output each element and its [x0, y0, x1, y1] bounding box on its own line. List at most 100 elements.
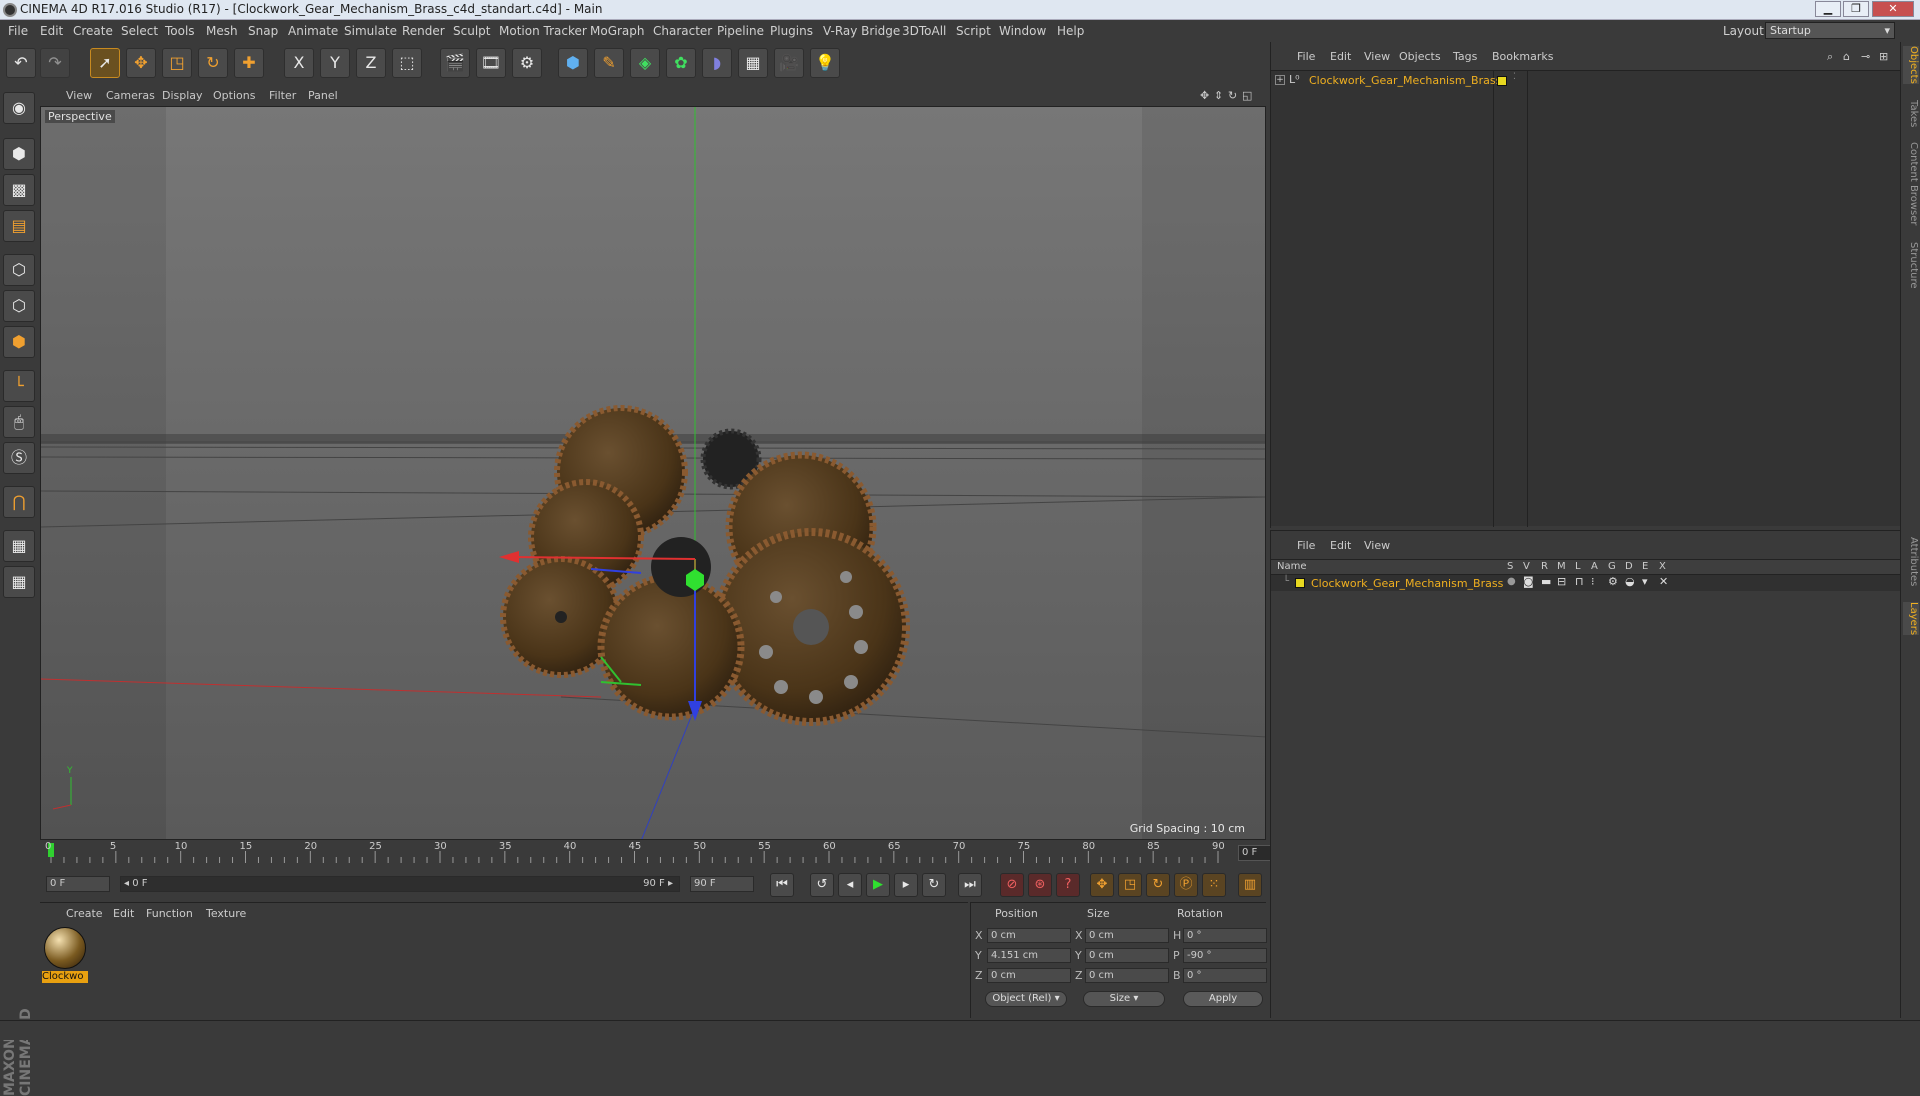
pen-spline-button[interactable]: ✎	[594, 48, 624, 78]
go-to-end-button[interactable]: ⏭	[958, 873, 982, 897]
menu-snap[interactable]: Snap	[248, 24, 278, 38]
viewport-zoom-icon[interactable]: ⇕	[1214, 89, 1223, 102]
rot-h-field[interactable]: 0 °	[1183, 928, 1267, 943]
locked-workplane-button[interactable]: ▦	[3, 530, 35, 562]
keyframe-selection-button[interactable]: ?	[1056, 873, 1080, 897]
menu-animate[interactable]: Animate	[288, 24, 338, 38]
animation-icon[interactable]: ⁝	[1591, 575, 1595, 588]
key-position-button[interactable]: ✥	[1090, 873, 1114, 897]
material-menu-texture[interactable]: Texture	[206, 907, 246, 920]
floor-button[interactable]: ▦	[738, 48, 768, 78]
deformer-button[interactable]: ◗	[702, 48, 732, 78]
solo-button[interactable]: Ⓢ	[3, 442, 35, 474]
axis-mode-button[interactable]: └	[3, 370, 35, 402]
viewport-rotate-icon[interactable]: ↻	[1228, 89, 1237, 102]
end-frame-field[interactable]: 90 F	[690, 876, 754, 892]
cube-button[interactable]: ⬢	[558, 48, 588, 78]
size-y-field[interactable]: 0 cm	[1085, 948, 1169, 963]
size-z-field[interactable]: 0 cm	[1085, 968, 1169, 983]
go-to-start-button[interactable]: ⏮	[770, 873, 794, 897]
lock-icon[interactable]: ⊓	[1575, 575, 1584, 588]
autokey-button[interactable]: ⊛	[1028, 873, 1052, 897]
render-settings-button[interactable]: ⚙	[512, 48, 542, 78]
size-x-field[interactable]: 0 cm	[1085, 928, 1169, 943]
perspective-viewport[interactable]: Y Perspective Grid Spacing : 10 cm	[40, 106, 1266, 840]
next-frame-button[interactable]: ▸	[894, 873, 918, 897]
record-button[interactable]: ⊘	[1000, 873, 1024, 897]
recent-tool-button[interactable]: ✚	[234, 48, 264, 78]
texture-mode-button[interactable]: ▩	[3, 174, 35, 206]
start-frame-field[interactable]: 0 F	[46, 876, 110, 892]
expression-icon[interactable]: ▾	[1642, 575, 1648, 588]
tab-layers[interactable]: Layers	[1903, 602, 1919, 636]
light-button[interactable]: 💡	[810, 48, 840, 78]
rot-p-field[interactable]: -90 °	[1183, 948, 1267, 963]
z-axis-button[interactable]: Z	[356, 48, 386, 78]
menu-plugins[interactable]: Plugins	[770, 24, 813, 38]
object-menu-objects[interactable]: Objects	[1399, 50, 1441, 63]
menu-script[interactable]: Script	[956, 24, 991, 38]
viewport-menu-panel[interactable]: Panel	[308, 89, 338, 102]
redo-button[interactable]: ↷	[40, 48, 70, 78]
snap-button[interactable]: ⋂	[3, 486, 35, 518]
render-clapper-icon[interactable]: ▬	[1541, 575, 1551, 588]
tab-content-browser[interactable]: Content Browser	[1903, 142, 1919, 225]
y-axis-button[interactable]: Y	[320, 48, 350, 78]
object-menu-tags[interactable]: Tags	[1453, 50, 1477, 63]
planar-workplane-button[interactable]: ▦	[3, 566, 35, 598]
camera-button[interactable]: 🎥	[774, 48, 804, 78]
viewport-menu-options[interactable]: Options	[213, 89, 255, 102]
manager-icon[interactable]: ⊟	[1557, 575, 1566, 588]
frame-range-slider[interactable]: ◂ 0 F 90 F ▸	[120, 876, 680, 892]
x-axis-button[interactable]: X	[284, 48, 314, 78]
home-icon[interactable]: ⌂	[1843, 50, 1850, 63]
minimize-button[interactable]: ▁	[1815, 1, 1841, 17]
live-selection-button[interactable]: ➚	[90, 48, 120, 78]
pos-y-field[interactable]: 4.151 cm	[987, 948, 1071, 963]
solo-toggle-icon[interactable]: ●	[1507, 576, 1516, 587]
object-tree[interactable]: + L⁰ Clockwork_Gear_Mechanism_Brass ⁚	[1271, 70, 1901, 527]
tweak-mode-button[interactable]: 🖱	[3, 406, 35, 438]
material-menu-create[interactable]: Create	[66, 907, 103, 920]
viewport-menu-filter[interactable]: Filter	[269, 89, 296, 102]
deformer-icon[interactable]: ◒	[1625, 575, 1635, 588]
menu-vray-bridge[interactable]: V-Ray Bridge	[823, 24, 900, 38]
pos-z-field[interactable]: 0 cm	[987, 968, 1071, 983]
viewport-menu-cameras[interactable]: Cameras	[106, 89, 155, 102]
coordinate-mode-select[interactable]: Object (Rel) ▾	[985, 991, 1067, 1007]
layer-color-tag[interactable]	[1497, 76, 1507, 86]
xref-icon[interactable]: ✕	[1659, 575, 1668, 588]
menu-help[interactable]: Help	[1057, 24, 1084, 38]
previous-key-button[interactable]: ↺	[810, 873, 834, 897]
render-picture-viewer-button[interactable]: 🎞	[476, 48, 506, 78]
menu-character[interactable]: Character	[653, 24, 712, 38]
object-menu-bookmarks[interactable]: Bookmarks	[1492, 50, 1553, 63]
menu-pipeline[interactable]: Pipeline	[717, 24, 764, 38]
layer-menu-file[interactable]: File	[1297, 539, 1315, 552]
material-menu-edit[interactable]: Edit	[113, 907, 134, 920]
menu-select[interactable]: Select	[121, 24, 158, 38]
menu-tools[interactable]: Tools	[165, 24, 195, 38]
rotate-button[interactable]: ↻	[198, 48, 228, 78]
tab-objects[interactable]: Objects	[1903, 46, 1919, 84]
tab-takes[interactable]: Takes	[1903, 100, 1919, 127]
tab-attributes[interactable]: Attributes	[1903, 537, 1919, 586]
make-editable-button[interactable]: ◉	[3, 92, 35, 124]
coordinate-system-button[interactable]: ⬚	[392, 48, 422, 78]
tab-structure[interactable]: Structure	[1903, 242, 1919, 289]
model-mode-button[interactable]: ⬢	[3, 138, 35, 170]
layout-select[interactable]: Startup ▾	[1765, 22, 1895, 39]
viewport-menu-view[interactable]: View	[66, 89, 92, 102]
apply-button[interactable]: Apply	[1183, 991, 1263, 1007]
next-key-button[interactable]: ↻	[922, 873, 946, 897]
undo-button[interactable]: ↶	[6, 48, 36, 78]
key-parameter-button[interactable]: Ⓟ	[1174, 873, 1198, 897]
link-icon[interactable]: ⊸	[1861, 50, 1870, 63]
size-mode-select[interactable]: Size ▾	[1083, 991, 1165, 1007]
timeline-window-button[interactable]: ▥	[1238, 873, 1262, 897]
layer-color-swatch[interactable]	[1295, 578, 1305, 588]
layer-row[interactable]: └ Clockwork_Gear_Mechanism_Brass ● ◙ ▬ ⊟…	[1271, 575, 1901, 591]
expand-toggle[interactable]: +	[1275, 75, 1285, 85]
rot-b-field[interactable]: 0 °	[1183, 968, 1267, 983]
object-menu-file[interactable]: File	[1297, 50, 1315, 63]
